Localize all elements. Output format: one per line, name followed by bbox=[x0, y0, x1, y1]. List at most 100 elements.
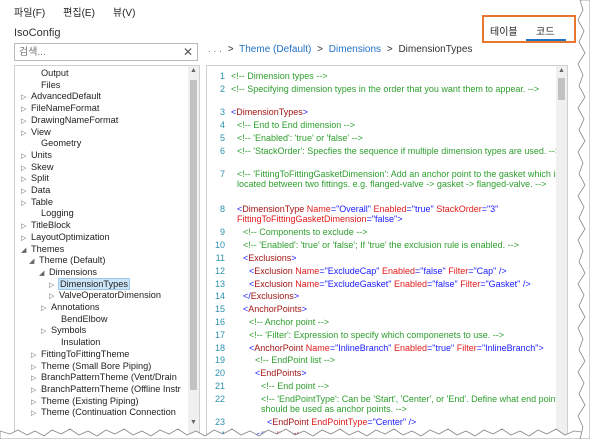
tree-item-label: Data bbox=[31, 185, 51, 195]
tree-item[interactable]: ▷ Annotations bbox=[41, 302, 100, 313]
code-text: <!-- 'Enabled': 'true' or 'false' --> bbox=[231, 133, 561, 143]
code-token: "3" bbox=[486, 203, 499, 214]
tree-item[interactable]: ▷ ValveOperatorDimension bbox=[49, 290, 161, 301]
view-tabs: 테이블 코드 bbox=[482, 15, 576, 43]
close-icon[interactable]: ✕ bbox=[183, 45, 193, 59]
tree-item[interactable]: ▷ FittingToFittingTheme bbox=[31, 349, 129, 360]
search-input[interactable] bbox=[19, 45, 169, 59]
menu-edit[interactable]: 편집(E) bbox=[63, 4, 95, 19]
tree-item[interactable]: Logging bbox=[31, 208, 74, 219]
caret-collapsed-icon[interactable]: ▷ bbox=[21, 221, 31, 232]
tree-item[interactable]: ▷ AdvancedDefault bbox=[21, 91, 101, 102]
tree-item[interactable]: BendElbow bbox=[51, 314, 107, 325]
tree-item[interactable]: Output bbox=[31, 68, 69, 79]
caret-collapsed-icon[interactable]: ▷ bbox=[31, 385, 41, 396]
code-token: > bbox=[293, 291, 300, 302]
breadcrumb-overflow[interactable]: . . . bbox=[208, 44, 222, 55]
tree-item[interactable]: ▷ Theme (Small Bore Piping) bbox=[31, 361, 151, 372]
tree-item[interactable]: ◢ Dimensions bbox=[39, 267, 97, 278]
line-number: 6 bbox=[219, 145, 225, 156]
tree-item[interactable]: ▷ TitleBlock bbox=[21, 220, 70, 231]
caret-collapsed-icon[interactable]: ▷ bbox=[21, 186, 31, 197]
caret-collapsed-icon[interactable]: ▷ bbox=[21, 151, 31, 162]
tree-item[interactable]: ▷ Data bbox=[21, 185, 50, 196]
caret-collapsed-icon[interactable]: ▷ bbox=[21, 163, 31, 174]
caret-collapsed-icon[interactable]: ▷ bbox=[21, 233, 31, 244]
line-number: 13 bbox=[214, 278, 225, 289]
scroll-up-icon[interactable]: ▲ bbox=[190, 67, 197, 74]
tree-item[interactable]: ▷ DrawingNameFormat bbox=[21, 115, 118, 126]
caret-expanded-icon[interactable]: ◢ bbox=[29, 256, 39, 267]
tab-table[interactable]: 테이블 bbox=[490, 23, 518, 38]
code-text: <AnchorPoints> bbox=[231, 304, 567, 314]
tree-item[interactable]: ▷ BranchPatternTheme (Vent/Drain bbox=[31, 372, 177, 383]
code-token: /> bbox=[498, 265, 507, 276]
code-text: <!-- Components to exclude --> bbox=[231, 227, 567, 237]
code-token: <!-- End to End dimension --> bbox=[237, 120, 356, 131]
breadcrumb-dimensions[interactable]: Dimensions bbox=[329, 44, 381, 55]
tree-item-label: Table bbox=[31, 196, 53, 207]
code-token: > bbox=[397, 213, 403, 224]
tree-item[interactable]: ▷ Symbols bbox=[41, 325, 86, 336]
caret-expanded-icon[interactable]: ◢ bbox=[21, 245, 31, 256]
code-text: </Exclusions> bbox=[231, 291, 567, 301]
tree-item[interactable]: Geometry bbox=[31, 138, 81, 149]
code-token: > bbox=[302, 107, 309, 118]
tree-scroll-thumb[interactable] bbox=[190, 80, 197, 390]
caret-collapsed-icon[interactable]: ▷ bbox=[41, 303, 51, 314]
code-token: Name bbox=[295, 278, 320, 289]
tree-item[interactable]: ▷ Theme (Continuation Connection bbox=[31, 407, 176, 418]
torn-edge-decoration bbox=[0, 428, 590, 439]
code-token: DimensionType bbox=[242, 203, 307, 214]
tab-code[interactable]: 코드 bbox=[536, 23, 554, 38]
caret-collapsed-icon[interactable]: ▷ bbox=[31, 408, 41, 419]
code-token: <!-- Dimension types --> bbox=[231, 71, 328, 81]
tree-item[interactable]: ◢ Themes bbox=[21, 244, 64, 255]
caret-collapsed-icon[interactable]: ▷ bbox=[49, 280, 59, 291]
caret-collapsed-icon[interactable]: ▷ bbox=[31, 350, 41, 361]
app-title: IsoConfig bbox=[14, 27, 61, 39]
code-text: <!-- Anchor point --> bbox=[231, 317, 567, 327]
tree-item[interactable]: ▷ Units bbox=[21, 150, 52, 161]
tree-item[interactable]: ▷ Table bbox=[21, 197, 53, 208]
tree-item-label: Insulation bbox=[61, 337, 101, 348]
tree-item[interactable]: ▷ DimensionTypes bbox=[49, 277, 130, 291]
tree-item-label: Symbols bbox=[51, 325, 87, 336]
tree-scrollbar[interactable]: ▲ ▼ bbox=[188, 66, 199, 438]
tree-item[interactable]: ▷ Theme (Existing Piping) bbox=[31, 396, 139, 407]
tree-item[interactable]: Insulation bbox=[51, 337, 100, 348]
code-token: "ExcludeCap" bbox=[324, 265, 382, 276]
code-token: <!-- End point --> bbox=[261, 381, 330, 391]
caret-collapsed-icon[interactable]: ▷ bbox=[31, 397, 41, 408]
menu-file[interactable]: 파일(F) bbox=[14, 4, 45, 19]
caret-collapsed-icon[interactable]: ▷ bbox=[21, 104, 31, 115]
code-scroll-thumb[interactable] bbox=[558, 78, 565, 100]
caret-expanded-icon[interactable]: ◢ bbox=[39, 268, 49, 279]
caret-collapsed-icon[interactable]: ▷ bbox=[31, 373, 41, 384]
tree-item[interactable]: ▷ FileNameFormat bbox=[21, 103, 99, 114]
scroll-up-icon[interactable]: ▲ bbox=[558, 67, 565, 74]
code-token: Filter bbox=[448, 265, 469, 276]
line-number: 12 bbox=[214, 265, 225, 276]
tree-item[interactable]: ▷ Skew bbox=[21, 162, 53, 173]
caret-collapsed-icon[interactable]: ▷ bbox=[31, 362, 41, 373]
caret-collapsed-icon[interactable]: ▷ bbox=[21, 116, 31, 127]
code-token: Enabled bbox=[394, 342, 428, 353]
tree-item[interactable]: ▷ Split bbox=[21, 173, 49, 184]
caret-collapsed-icon[interactable]: ▷ bbox=[21, 174, 31, 185]
caret-collapsed-icon[interactable]: ▷ bbox=[21, 128, 31, 139]
code-editor[interactable]: 1 <!-- Dimension types --> 2 <!-- Specifyin… bbox=[206, 65, 568, 439]
tree-item[interactable]: ◢ Theme (Default) bbox=[29, 255, 105, 266]
caret-collapsed-icon[interactable]: ▷ bbox=[21, 92, 31, 103]
caret-collapsed-icon[interactable]: ▷ bbox=[21, 198, 31, 209]
tree-item[interactable]: Files bbox=[31, 80, 60, 91]
tree-item[interactable]: ▷ BranchPatternTheme (Offline Instr bbox=[31, 384, 181, 395]
caret-collapsed-icon[interactable]: ▷ bbox=[49, 291, 59, 302]
tree-item[interactable]: ▷ View bbox=[21, 127, 51, 138]
code-token: StackOrder bbox=[436, 203, 482, 214]
caret-collapsed-icon[interactable]: ▷ bbox=[41, 326, 51, 337]
code-scrollbar[interactable]: ▲ bbox=[556, 66, 567, 438]
tree-item[interactable]: ▷ LayoutOptimization bbox=[21, 232, 110, 243]
breadcrumb-theme-default[interactable]: Theme (Default) bbox=[239, 44, 311, 55]
menu-view[interactable]: 뷰(V) bbox=[113, 4, 136, 19]
